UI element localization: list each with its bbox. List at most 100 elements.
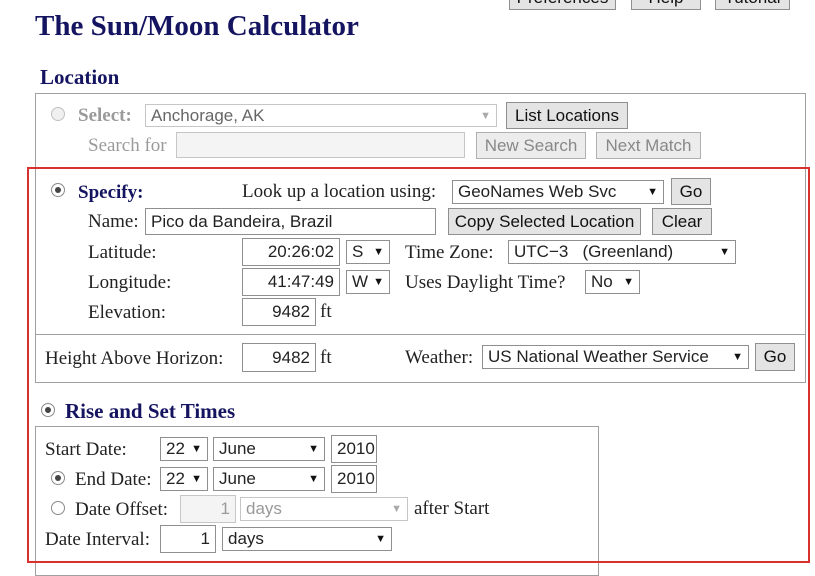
start-year-input[interactable]: 2010 bbox=[331, 435, 377, 463]
select-location-value: Anchorage, AK bbox=[151, 105, 265, 125]
help-label: Help bbox=[649, 0, 684, 8]
start-month-dropdown[interactable]: June ▼ bbox=[213, 437, 325, 461]
chevron-down-icon: ▼ bbox=[373, 276, 384, 288]
tutorial-label: Tutorial bbox=[724, 0, 780, 8]
longitude-direction-dropdown[interactable]: W ▼ bbox=[346, 270, 390, 294]
date-offset-label: Date Offset: bbox=[75, 499, 169, 520]
longitude-label: Longitude: bbox=[88, 272, 172, 293]
end-month-dropdown[interactable]: June ▼ bbox=[213, 467, 325, 491]
time-zone-value: UTC−3 (Greenland) bbox=[514, 242, 674, 261]
lookup-go-label: Go bbox=[679, 181, 703, 201]
select-location-dropdown[interactable]: Anchorage, AK ▼ bbox=[145, 104, 497, 127]
chevron-down-icon: ▼ bbox=[191, 473, 202, 485]
search-label: Search for bbox=[88, 135, 167, 156]
chevron-down-icon: ▼ bbox=[375, 533, 386, 545]
chevron-down-icon: ▼ bbox=[719, 246, 730, 258]
daylight-time-value: No bbox=[591, 272, 613, 291]
lookup-service-dropdown[interactable]: GeoNames Web Svc ▼ bbox=[452, 180, 664, 204]
select-label: Select: bbox=[78, 105, 132, 126]
clear-button[interactable]: Clear bbox=[652, 208, 712, 235]
date-offset-unit-value: days bbox=[246, 499, 282, 518]
chevron-down-icon: ▼ bbox=[308, 473, 319, 485]
date-offset-input[interactable]: 1 bbox=[180, 495, 236, 523]
daylight-time-label: Uses Daylight Time? bbox=[405, 272, 566, 293]
radio-selected-dot bbox=[55, 187, 61, 193]
latitude-input[interactable]: 20:26:02 bbox=[242, 238, 340, 266]
rise-set-radio[interactable] bbox=[41, 403, 55, 417]
select-location-radio[interactable] bbox=[51, 107, 65, 121]
lookup-service-value: GeoNames Web Svc bbox=[458, 182, 617, 201]
preferences-button[interactable]: Preferences bbox=[509, 0, 616, 10]
weather-go-button[interactable]: Go bbox=[755, 343, 795, 371]
radio-selected-dot bbox=[45, 407, 51, 413]
list-locations-button[interactable]: List Locations bbox=[506, 102, 628, 129]
new-search-button[interactable]: New Search bbox=[476, 132, 586, 159]
end-month-value: June bbox=[219, 469, 256, 488]
end-day-dropdown[interactable]: 22 ▼ bbox=[160, 467, 208, 491]
lookup-go-button[interactable]: Go bbox=[671, 178, 711, 205]
lookup-label: Look up a location using: bbox=[242, 181, 437, 202]
chevron-down-icon: ▼ bbox=[308, 443, 319, 455]
date-offset-unit-dropdown[interactable]: days ▼ bbox=[240, 497, 408, 521]
elevation-input[interactable]: 9482 bbox=[242, 298, 316, 326]
date-interval-unit-dropdown[interactable]: days ▼ bbox=[222, 527, 392, 551]
name-label: Name: bbox=[88, 211, 139, 232]
height-above-horizon-label: Height Above Horizon: bbox=[45, 348, 224, 369]
date-interval-input[interactable]: 1 bbox=[160, 525, 216, 553]
date-interval-label: Date Interval: bbox=[45, 529, 150, 550]
rise-set-heading: Rise and Set Times bbox=[65, 399, 236, 423]
clear-label: Clear bbox=[661, 211, 703, 231]
end-date-label: End Date: bbox=[75, 469, 152, 490]
help-button[interactable]: Help bbox=[631, 0, 701, 10]
end-date-radio[interactable] bbox=[51, 471, 65, 485]
location-divider bbox=[35, 334, 806, 335]
chevron-down-icon: ▼ bbox=[373, 246, 384, 258]
weather-dropdown[interactable]: US National Weather Service ▼ bbox=[482, 345, 749, 369]
start-day-dropdown[interactable]: 22 ▼ bbox=[160, 437, 208, 461]
chevron-down-icon: ▼ bbox=[191, 443, 202, 455]
time-zone-label: Time Zone: bbox=[405, 242, 494, 263]
next-match-label: Next Match bbox=[605, 135, 692, 155]
weather-go-label: Go bbox=[763, 347, 787, 366]
chevron-down-icon: ▼ bbox=[647, 186, 658, 198]
search-input[interactable] bbox=[176, 132, 465, 158]
chevron-down-icon: ▼ bbox=[480, 109, 491, 122]
elevation-unit: ft bbox=[320, 301, 332, 322]
date-interval-unit-value: days bbox=[228, 529, 264, 548]
end-year-input[interactable]: 2010 bbox=[331, 465, 377, 493]
weather-value: US National Weather Service bbox=[488, 347, 709, 366]
weather-label: Weather: bbox=[405, 347, 474, 368]
next-match-button[interactable]: Next Match bbox=[596, 132, 701, 159]
location-heading: Location bbox=[40, 65, 120, 89]
start-month-value: June bbox=[219, 439, 256, 458]
height-above-horizon-unit: ft bbox=[320, 347, 332, 368]
longitude-direction-value: W bbox=[352, 272, 369, 291]
start-date-label: Start Date: bbox=[45, 439, 127, 460]
start-day-value: 22 bbox=[166, 439, 185, 458]
copy-selected-location-label: Copy Selected Location bbox=[454, 211, 635, 231]
daylight-time-dropdown[interactable]: No ▼ bbox=[585, 270, 640, 294]
chevron-down-icon: ▼ bbox=[623, 276, 634, 288]
preferences-label: Preferences bbox=[517, 0, 609, 8]
copy-selected-location-button[interactable]: Copy Selected Location bbox=[448, 208, 641, 235]
latitude-direction-value: S bbox=[352, 242, 364, 261]
page-title: The Sun/Moon Calculator bbox=[35, 10, 359, 42]
name-input[interactable]: Pico da Bandeira, Brazil bbox=[145, 208, 436, 235]
longitude-input[interactable]: 41:47:49 bbox=[242, 268, 340, 296]
new-search-label: New Search bbox=[484, 135, 578, 155]
elevation-label: Elevation: bbox=[88, 302, 167, 323]
latitude-label: Latitude: bbox=[88, 242, 157, 263]
chevron-down-icon: ▼ bbox=[732, 351, 743, 363]
radio-selected-dot bbox=[55, 475, 61, 481]
date-offset-suffix: after Start bbox=[414, 498, 490, 519]
time-zone-dropdown[interactable]: UTC−3 (Greenland) ▼ bbox=[508, 240, 736, 264]
end-day-value: 22 bbox=[166, 469, 185, 488]
height-above-horizon-input[interactable]: 9482 bbox=[242, 343, 316, 372]
specify-label: Specify: bbox=[78, 182, 144, 203]
specify-location-radio[interactable] bbox=[51, 183, 65, 197]
list-locations-label: List Locations bbox=[515, 105, 619, 125]
latitude-direction-dropdown[interactable]: S ▼ bbox=[346, 240, 390, 264]
tutorial-button[interactable]: Tutorial bbox=[715, 0, 790, 10]
chevron-down-icon: ▼ bbox=[391, 503, 402, 515]
date-offset-radio[interactable] bbox=[51, 501, 65, 515]
